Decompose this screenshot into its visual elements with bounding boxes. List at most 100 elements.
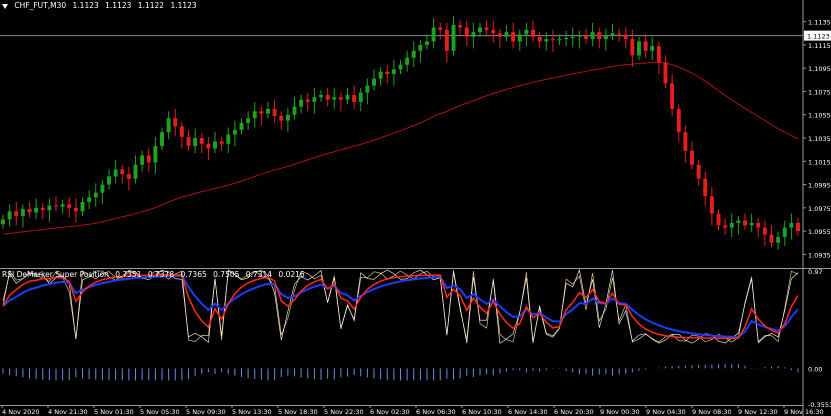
candle-body — [80, 202, 85, 212]
candle-body — [478, 27, 482, 33]
candle-body — [14, 211, 19, 216]
time-axis-label: 6 Nov 02:30 — [370, 408, 410, 416]
time-axis-label: 6 Nov 10:30 — [462, 408, 502, 416]
candle-body — [259, 111, 264, 114]
candle-body — [577, 35, 582, 37]
candle-body — [219, 141, 224, 144]
price-axis-label: 1.1055 — [808, 112, 831, 120]
candle-body — [756, 222, 761, 228]
candle-body — [769, 234, 774, 243]
candle-body — [603, 35, 608, 40]
candle-body — [411, 50, 416, 58]
candle-body — [729, 222, 734, 228]
ohlc-close: 1.1123 — [170, 1, 197, 10]
candle-body — [252, 111, 257, 119]
candle-body — [206, 143, 211, 149]
moving-average-line — [2, 61, 799, 235]
candle-body — [782, 227, 787, 237]
candle-body — [100, 184, 105, 193]
candle-body — [643, 41, 648, 51]
candle-body — [378, 71, 383, 79]
price-axis-label: 1.1095 — [808, 65, 831, 73]
candle-body — [517, 34, 522, 42]
price-axis-label: 1.1115 — [808, 42, 831, 50]
candle-body — [358, 92, 363, 102]
price-axis-label: 1.1035 — [808, 135, 831, 143]
candle-body — [650, 46, 655, 51]
time-axis-label: 5 Nov 05:30 — [140, 408, 180, 416]
candle-body — [391, 69, 396, 74]
candle-body — [193, 138, 198, 147]
price-axis-label: 1.1075 — [808, 88, 831, 96]
price-axis-label: 1.1015 — [808, 158, 831, 166]
candle-body — [471, 32, 476, 37]
candle-body — [584, 35, 588, 40]
time-axis-label: 6 Nov 20:30 — [554, 408, 594, 416]
candle-body — [213, 141, 217, 149]
candle-body — [497, 33, 502, 37]
candle-body — [776, 236, 781, 243]
candle-body — [431, 27, 436, 42]
candle-body — [564, 37, 569, 40]
price-axis-label: 1.0975 — [808, 205, 831, 213]
candle-body — [160, 132, 164, 147]
indicator-value-3: 0.7365 — [180, 270, 207, 279]
candle-body — [749, 222, 754, 226]
candle-body — [365, 85, 370, 93]
candle-body — [610, 33, 615, 36]
candle-body — [47, 205, 52, 211]
candle-body — [345, 94, 350, 100]
candle-body — [319, 94, 323, 98]
candle-body — [107, 176, 111, 185]
candle-body — [703, 178, 708, 197]
time-axis-label: 5 Nov 22:30 — [324, 408, 364, 416]
candle-body — [544, 39, 549, 42]
candle-body — [186, 136, 191, 147]
candle-body — [743, 220, 747, 226]
indicator-value-5: 0.7314 — [245, 270, 273, 279]
candle-body — [113, 169, 118, 177]
time-axis-label: 9 Nov 08:30 — [692, 408, 732, 416]
time-axis-label: 4 Nov 2020 — [2, 408, 40, 416]
candle-body — [398, 64, 403, 70]
chart-canvas[interactable]: 1.1135 1.1115 1.1095 1.1075 1.1055 1.1035 1.10… — [0, 0, 831, 416]
candle-body — [54, 205, 58, 207]
candle-body — [676, 108, 681, 133]
candle-body — [683, 132, 688, 151]
current-price-label: 1.1123 — [807, 33, 830, 41]
candle-body — [34, 207, 39, 213]
ohlc-open: 1.1123 — [72, 1, 99, 10]
time-axis-label: 5 Nov 09:30 — [186, 408, 226, 416]
candle-body — [716, 213, 721, 226]
candle-body — [617, 33, 622, 35]
candle-body — [789, 222, 794, 228]
time-axis-label: 9 Nov 00:30 — [600, 408, 640, 416]
candle-body — [120, 169, 125, 175]
ohlc-high: 1.1123 — [105, 1, 132, 10]
indicator-name: RSI DeMarker Super Position — [2, 270, 109, 279]
collapse-triangle-icon[interactable] — [2, 3, 8, 9]
candle-body — [93, 192, 98, 198]
candle-body — [637, 41, 641, 56]
candle-body — [73, 207, 78, 212]
candle-body — [60, 204, 65, 207]
candle-body — [723, 225, 728, 228]
candle-body — [7, 211, 12, 220]
candle-body — [484, 27, 489, 30]
ohlc-low: 1.1122 — [137, 1, 165, 10]
candle-body — [67, 204, 72, 208]
indicator-axis-label: 0.00 — [808, 365, 822, 373]
candle-body — [312, 97, 317, 102]
candle-body — [246, 118, 251, 123]
oscillator-line-blue — [2, 274, 799, 339]
candle-body — [425, 41, 429, 45]
candle-body — [352, 94, 357, 102]
time-axis-label: 5 Nov 01:30 — [94, 408, 134, 416]
candle-body — [458, 25, 463, 28]
candle-body — [40, 207, 45, 211]
candle-body — [166, 118, 171, 133]
candle-body — [272, 108, 277, 116]
candle-body — [1, 219, 5, 225]
candle-body — [239, 122, 244, 130]
candle-body — [285, 114, 290, 121]
